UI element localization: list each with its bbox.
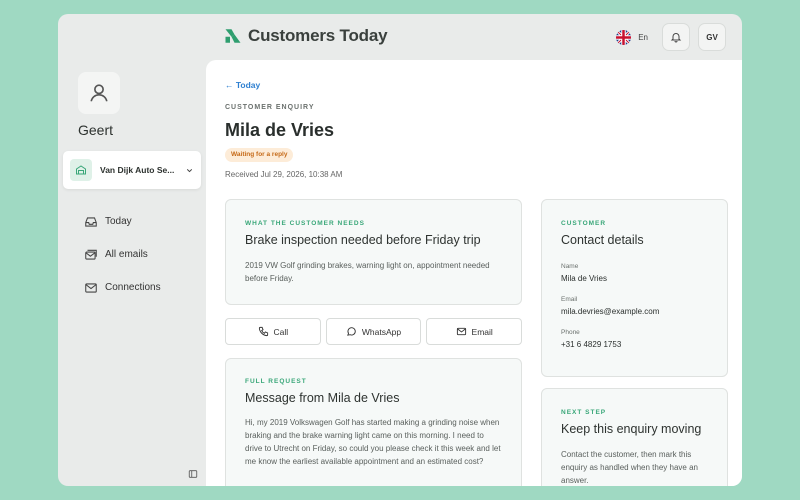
name-value: Mila de Vries [561, 274, 607, 283]
chat-bubble-icon [347, 327, 356, 336]
card-title: Contact details [561, 233, 644, 247]
received-timestamp: Received Jul 29, 2026, 10:38 AM [225, 170, 343, 179]
sidebar: Geert Van Dijk Auto Se... Today All emai… [58, 14, 206, 486]
call-label: Call [273, 326, 289, 337]
language-selector[interactable]: En [610, 24, 654, 50]
page-title: Mila de Vries [225, 120, 335, 140]
name-label: Name [561, 263, 579, 270]
card-body: Contact the customer, then mark this enq… [561, 450, 698, 485]
bell-icon [670, 33, 682, 43]
collapse-sidebar-icon[interactable] [188, 469, 198, 479]
card-eyebrow: FULL REQUEST [245, 378, 307, 385]
sidebar-item-label: Connections [105, 282, 161, 293]
envelope-icon [456, 327, 466, 336]
card-eyebrow: WHAT THE CUSTOMER NEEDS [245, 220, 365, 227]
sidebar-item-connections[interactable]: Connections [84, 271, 161, 304]
contact-actions: Call WhatsApp Email [225, 318, 523, 345]
customer-needs-card: WHAT THE CUSTOMER NEEDS Brake inspection… [225, 199, 522, 305]
email-label: Email [471, 326, 493, 337]
mail-stack-icon [85, 249, 97, 260]
logo-mark-icon [225, 29, 241, 43]
sidebar-item-all-emails[interactable]: All emails [84, 238, 161, 271]
full-request-card: FULL REQUEST Message from Mila de Vries … [225, 358, 522, 486]
email-label: Email [561, 296, 578, 303]
page-eyebrow: CUSTOMER ENQUIRY [225, 104, 315, 111]
card-body: Hi, my 2019 Volkswagen Golf has started … [245, 418, 501, 466]
phone-icon [258, 326, 268, 337]
call-button[interactable]: Call [225, 318, 321, 345]
app-logo[interactable]: Customers Today [224, 26, 388, 46]
envelope-icon [85, 282, 97, 293]
account-initials: GV [706, 32, 718, 42]
email-value[interactable]: mila.devries@example.com [561, 307, 708, 316]
language-label: En [638, 32, 648, 42]
card-eyebrow: CUSTOMER [561, 220, 607, 227]
whatsapp-button[interactable]: WhatsApp [325, 318, 422, 345]
sidebar-item-today[interactable]: Today [84, 205, 161, 238]
garage-icon [70, 159, 92, 181]
company-selector[interactable]: Van Dijk Auto Se... [63, 151, 201, 189]
card-title: Brake inspection needed before Friday tr… [245, 233, 481, 247]
app-title: Customers Today [248, 26, 388, 45]
inbox-icon [85, 216, 97, 227]
card-title: Message from Mila de Vries [245, 391, 400, 405]
phone-label: Phone [561, 329, 580, 336]
whatsapp-label: WhatsApp [361, 326, 402, 337]
status-badge: Waiting for a reply [225, 148, 294, 162]
main-panel: ← Today CUSTOMER ENQUIRY Mila de Vries W… [206, 60, 742, 486]
company-name: Van Dijk Auto Se... [100, 165, 175, 175]
app-window: Geert Van Dijk Auto Se... Today All emai… [58, 14, 742, 486]
sidebar-nav: Today All emails Connections [84, 205, 161, 304]
account-button[interactable]: GV [698, 23, 726, 51]
sidebar-item-label: All emails [105, 249, 148, 260]
card-eyebrow: NEXT STEP [561, 409, 607, 416]
next-step-card: NEXT STEP Keep this enquiry moving Conta… [541, 388, 728, 486]
card-title: Keep this enquiry moving [561, 422, 702, 436]
chevron-down-icon [186, 168, 193, 172]
email-button[interactable]: Email [426, 318, 523, 345]
uk-flag-icon [616, 29, 632, 45]
avatar[interactable] [78, 72, 120, 114]
top-actions: En GV [610, 23, 726, 51]
card-body: 2019 VW Golf grinding brakes, warning li… [245, 261, 490, 283]
user-name: Geert [78, 122, 114, 138]
back-link[interactable]: ← Today [225, 80, 260, 90]
user-icon [90, 84, 108, 102]
contact-details-card: CUSTOMER Contact details Name Mila de Vr… [541, 199, 728, 377]
notifications-button[interactable] [662, 23, 690, 51]
sidebar-item-label: Today [105, 216, 132, 227]
phone-value[interactable]: +31 6 4829 1753 [561, 340, 708, 349]
